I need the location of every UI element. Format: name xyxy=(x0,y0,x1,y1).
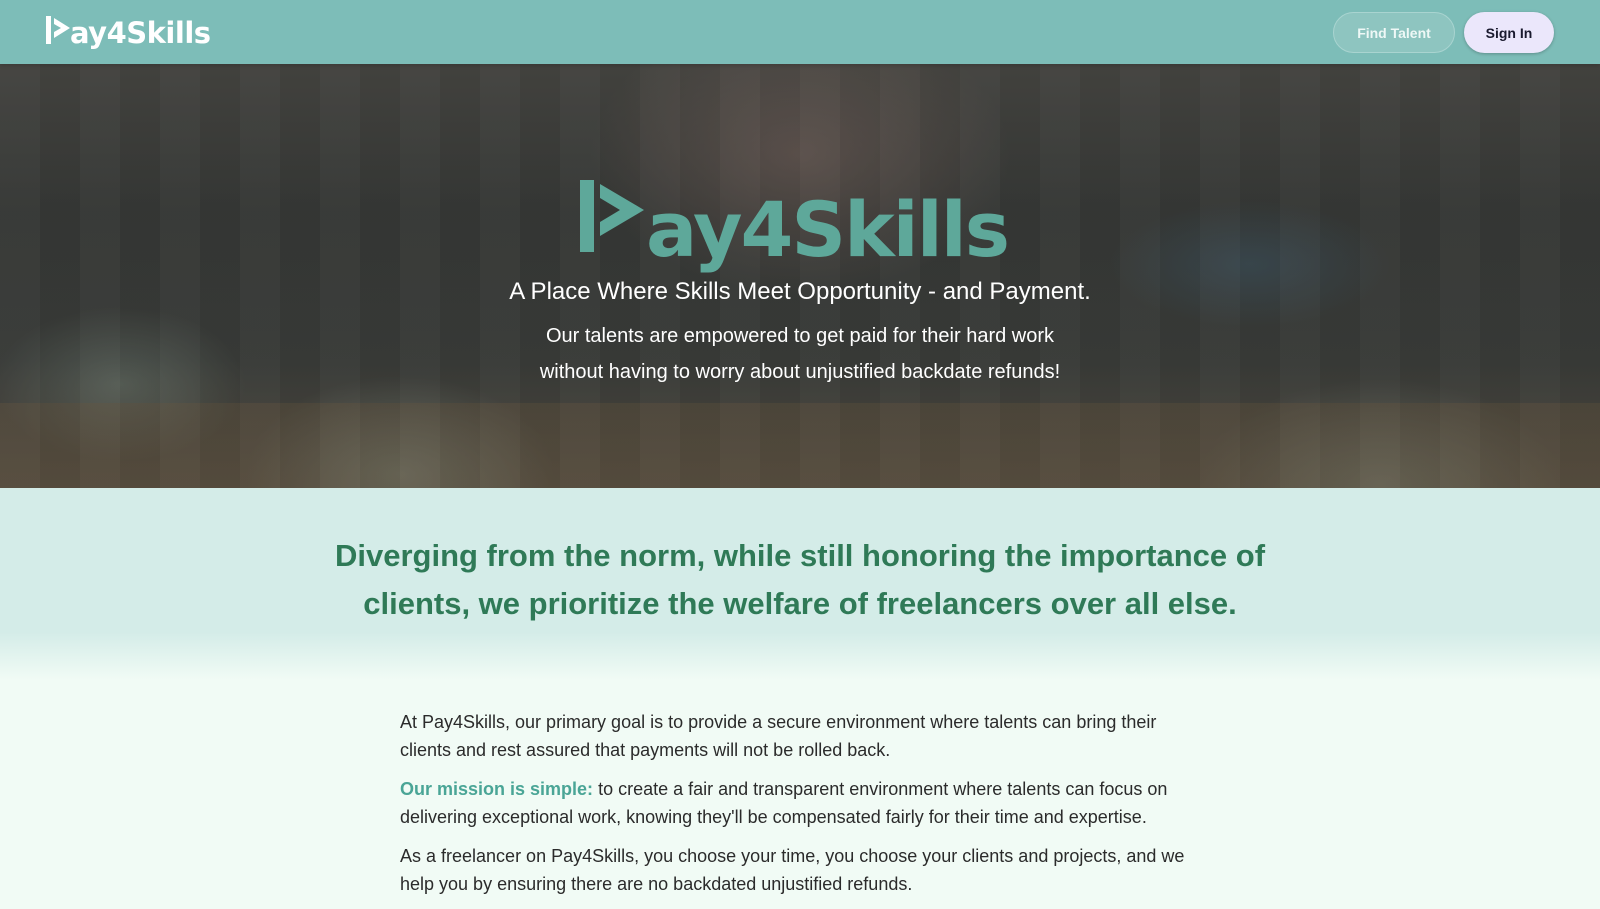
about-paragraph-1: At Pay4Skills, our primary goal is to pr… xyxy=(400,712,1157,760)
hero-logo-mark-icon xyxy=(580,180,644,252)
mission-label: Our mission is simple: xyxy=(400,779,594,799)
hero-tagline: A Place Where Skills Meet Opportunity - … xyxy=(509,278,1091,305)
hero-banner: ay4Skills A Place Where Skills Meet Oppo… xyxy=(0,64,1600,488)
hero-subtitle-line-2: without having to worry about unjustifie… xyxy=(539,361,1061,383)
about-content: At Pay4Skills, our primary goal is to pr… xyxy=(400,708,1210,909)
find-talent-button[interactable]: Find Talent xyxy=(1333,12,1455,53)
hero-logo: ay4Skills xyxy=(578,176,1010,268)
mission-statement-heading: Diverging from the norm, while still hon… xyxy=(334,538,1266,621)
hero-background-image xyxy=(0,64,1600,488)
hero-subtitle-line-1: Our talents are empowered to get paid fo… xyxy=(545,325,1055,347)
header-logo[interactable]: ay4Skills xyxy=(44,14,211,50)
header-logo-text: ay4Skills xyxy=(70,16,211,50)
about-paragraph-3: As a freelancer on Pay4Skills, you choos… xyxy=(400,846,1185,894)
mission-statement-section: Diverging from the norm, while still hon… xyxy=(0,488,1600,680)
about-paragraph-mission: Our mission is simple: to create a fair … xyxy=(400,775,1210,831)
sign-in-button[interactable]: Sign In xyxy=(1464,12,1554,53)
top-nav-bar: ay4Skills Find Talent Sign In xyxy=(0,0,1600,64)
hero-logo-text: ay4Skills xyxy=(646,185,1010,274)
logo-mark-icon xyxy=(46,16,70,44)
